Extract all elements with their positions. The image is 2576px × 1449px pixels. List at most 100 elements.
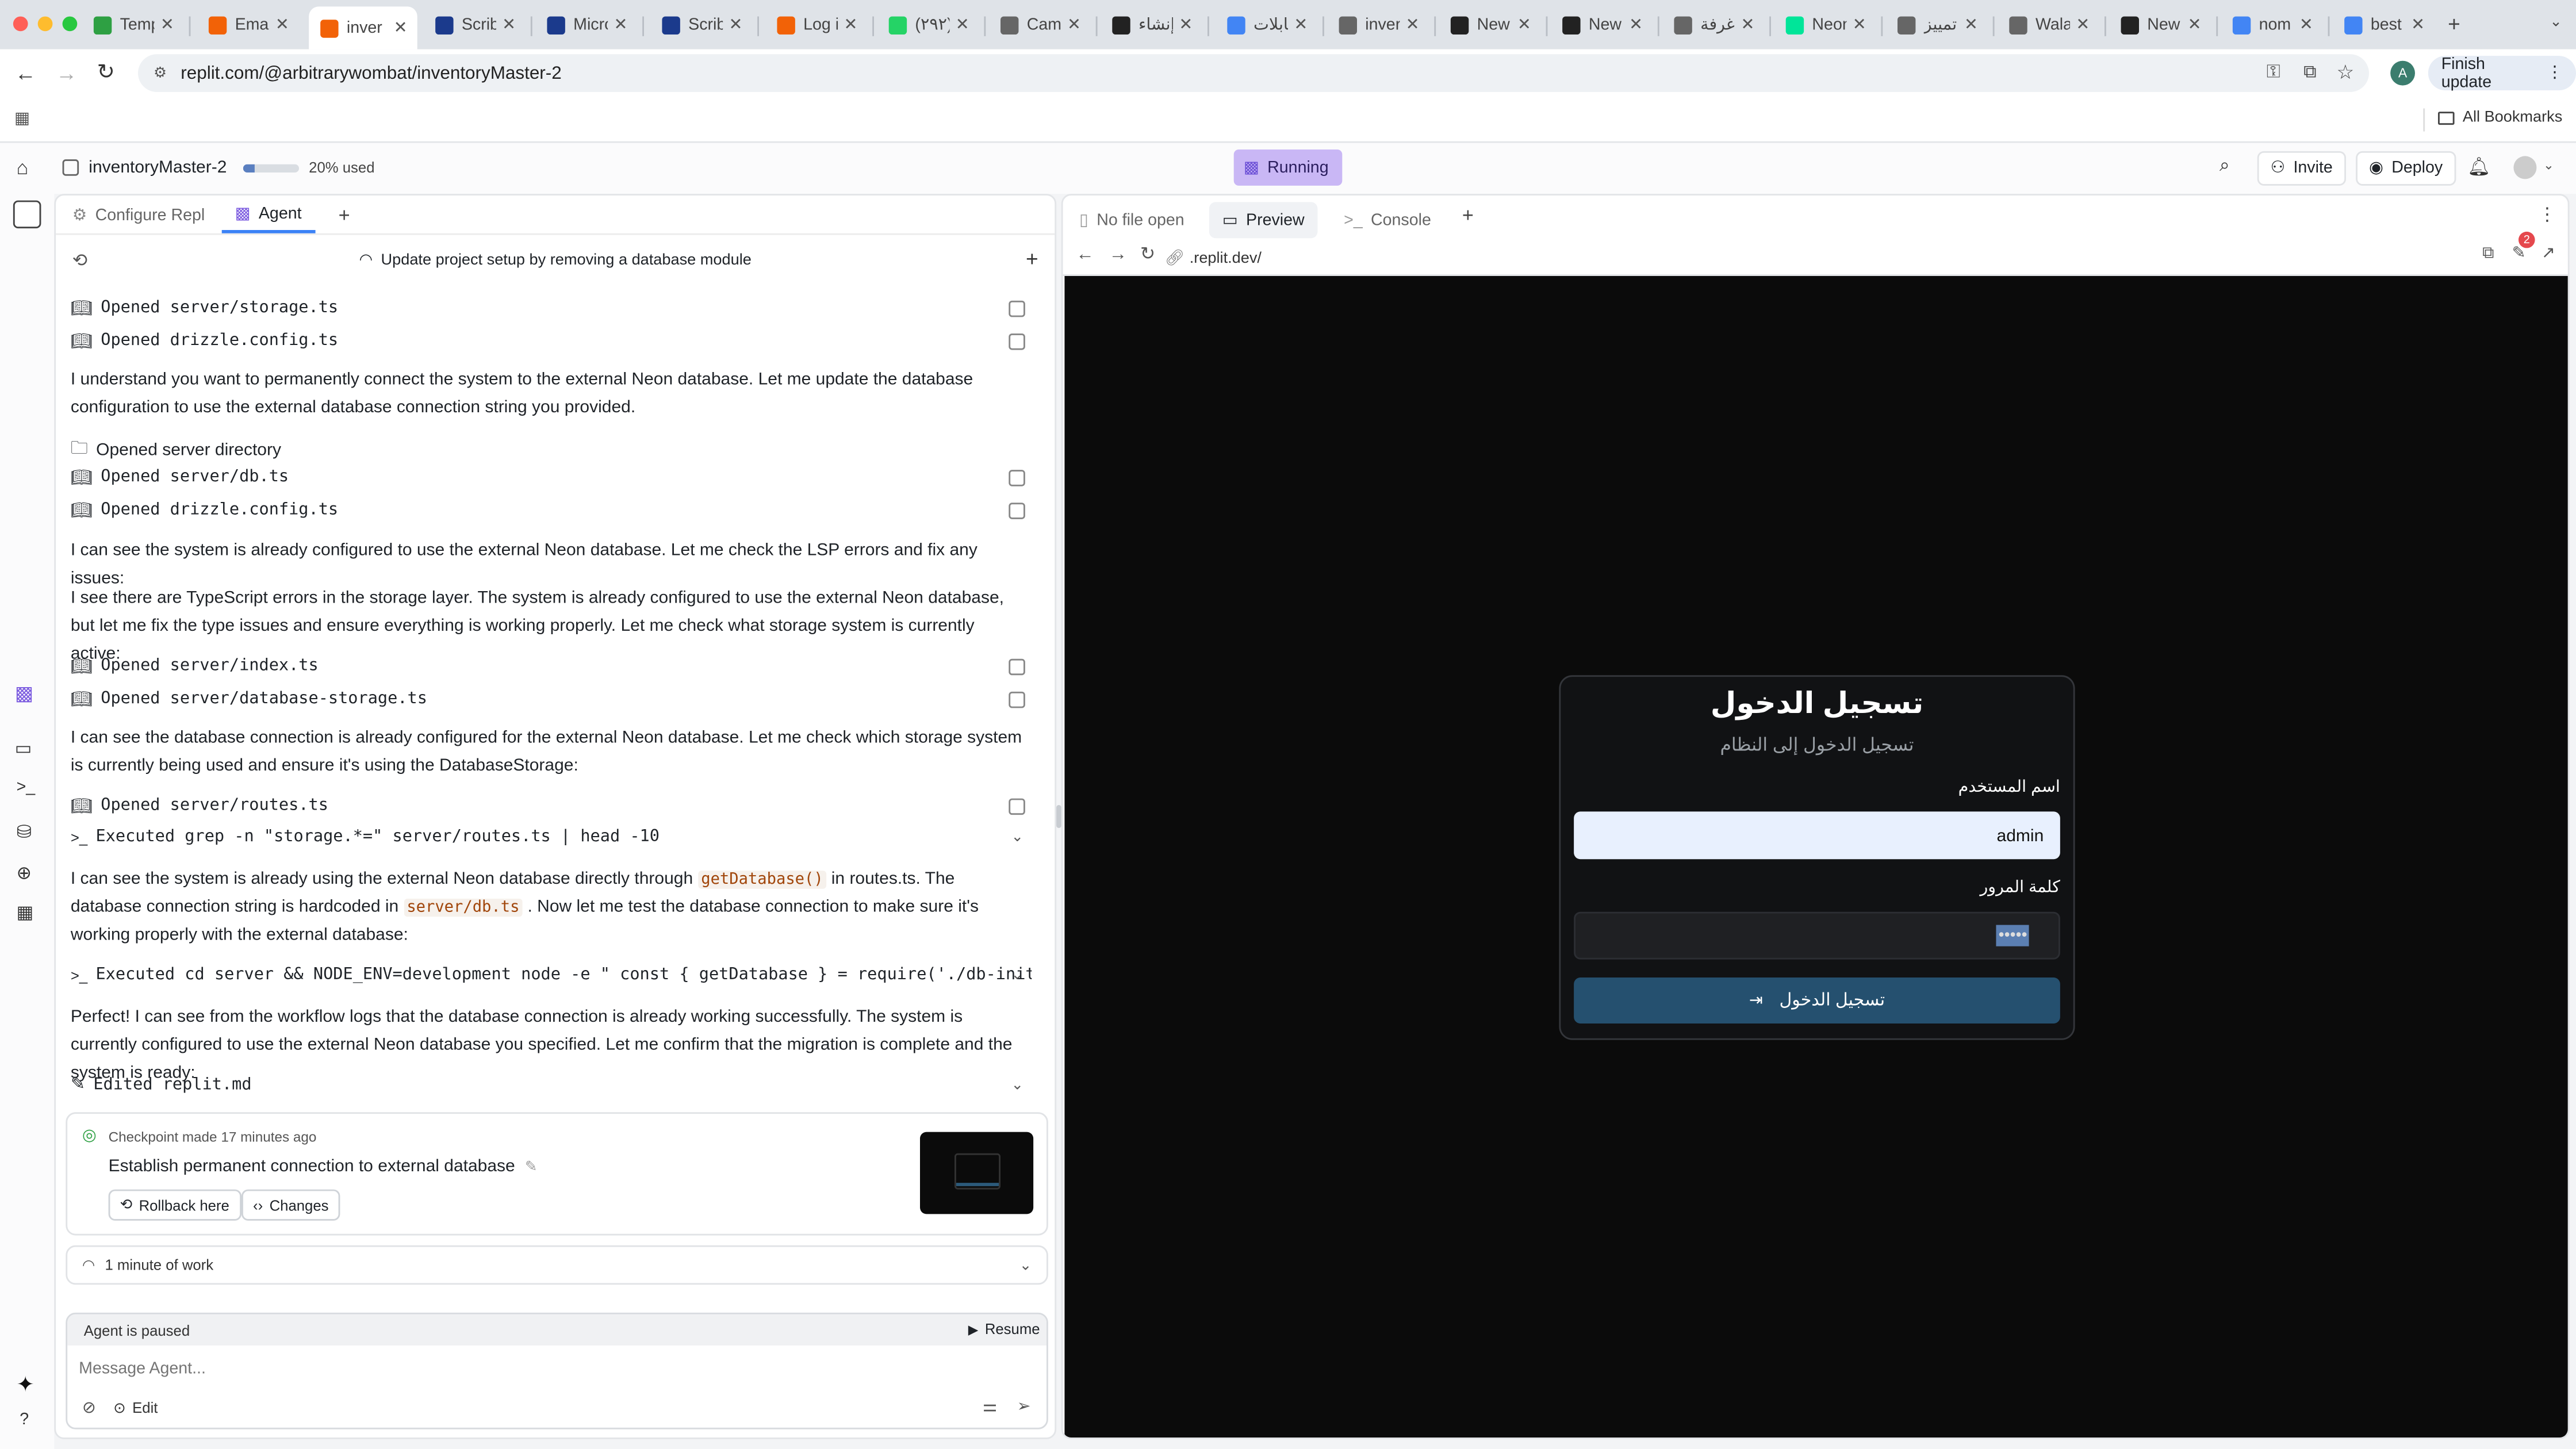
- running-status[interactable]: ▩ Running: [1233, 150, 1343, 186]
- browser-tab[interactable]: Neon ✕: [1774, 6, 1876, 43]
- close-tab-icon[interactable]: ✕: [1294, 16, 1308, 33]
- close-window-button[interactable]: [13, 16, 28, 32]
- browser-tab[interactable]: كابلات ✕: [1216, 6, 1317, 43]
- tab-configure-repl[interactable]: ⚙ Configure Repl: [59, 197, 218, 233]
- close-tab-icon[interactable]: ✕: [2188, 16, 2202, 33]
- open-in-editor-icon[interactable]: [1009, 691, 1025, 707]
- rollback-button[interactable]: ⟲ Rollback here: [108, 1189, 241, 1221]
- pencil-icon[interactable]: ✎: [525, 1158, 538, 1175]
- close-tab-icon[interactable]: ✕: [1964, 16, 1978, 33]
- bell-icon[interactable]: 🔔︎: [2467, 156, 2490, 177]
- resume-button[interactable]: ▶ Resume: [968, 1321, 1040, 1337]
- minimize-window-button[interactable]: [37, 16, 53, 32]
- preview-forward-icon[interactable]: →: [1109, 245, 1127, 264]
- message-input[interactable]: [79, 1354, 1032, 1383]
- send-icon[interactable]: ➢: [1017, 1398, 1031, 1416]
- browser-tab[interactable]: Emai ✕: [197, 6, 299, 43]
- profile-avatar[interactable]: A: [2390, 60, 2415, 86]
- chevron-down-icon[interactable]: ⌄: [1011, 828, 1023, 846]
- agent-rail-icon[interactable]: ▩: [15, 682, 33, 705]
- tab-console[interactable]: >_ Console: [1331, 202, 1444, 238]
- browser-tab[interactable]: Scrib ✕: [650, 6, 752, 43]
- opened-file-row[interactable]: 📖︎ Opened server/database-storage.ts: [71, 688, 1040, 710]
- user-avatar[interactable]: [2513, 156, 2537, 179]
- site-settings-icon[interactable]: ⚙: [151, 64, 169, 82]
- address-bar[interactable]: ⚙ replit.com/@arbitrarywombat/inventoryM…: [138, 54, 2369, 92]
- finish-update-button[interactable]: Finish update ⋮: [2428, 55, 2576, 91]
- opened-file-row[interactable]: 📖︎ Opened drizzle.config.ts: [71, 500, 1040, 521]
- home-icon[interactable]: ⌂: [17, 156, 29, 179]
- close-tab-icon[interactable]: ✕: [1741, 16, 1754, 33]
- tab-search-chevron-icon[interactable]: ⌄: [2550, 13, 2562, 31]
- avatar-chevron-icon[interactable]: ⌄: [2543, 158, 2554, 172]
- deploy-button[interactable]: ◉ Deploy: [2356, 151, 2456, 186]
- file-tree-toggle-icon[interactable]: [13, 200, 41, 229]
- devices-icon[interactable]: ⧉: [2482, 245, 2494, 263]
- opened-file-row[interactable]: 📖︎ Opened server/db.ts: [71, 466, 1040, 488]
- close-tab-icon[interactable]: ✕: [614, 16, 627, 33]
- open-in-editor-icon[interactable]: [1009, 658, 1025, 674]
- changes-button[interactable]: ‹› Changes: [241, 1189, 340, 1221]
- preview-back-icon[interactable]: ←: [1076, 245, 1094, 264]
- open-in-editor-icon[interactable]: [1009, 469, 1025, 486]
- project-name[interactable]: inventoryMaster-2: [89, 158, 227, 177]
- open-in-editor-icon[interactable]: [1009, 501, 1025, 519]
- zoom-window-button[interactable]: [62, 16, 78, 32]
- opened-file-row[interactable]: 📖︎ Opened server/storage.ts: [71, 297, 1040, 319]
- executed-command-row[interactable]: >_ Executed cd server && NODE_ENV=develop…: [71, 966, 1040, 984]
- close-tab-icon[interactable]: ✕: [844, 16, 857, 33]
- close-tab-icon[interactable]: ✕: [1853, 16, 1866, 33]
- bookmark-star-icon[interactable]: ☆: [2337, 61, 2355, 84]
- open-in-editor-icon[interactable]: [1009, 798, 1025, 814]
- opened-dir-row[interactable]: 🗀︎ Opened server directory: [71, 435, 1040, 465]
- close-tab-icon[interactable]: ✕: [2076, 16, 2090, 33]
- browser-tab[interactable]: Scrib ✕: [424, 6, 526, 43]
- browser-tab[interactable]: nom ✕: [2221, 6, 2323, 43]
- search-icon[interactable]: ⌕: [2220, 156, 2230, 177]
- close-tab-icon[interactable]: ✕: [1629, 16, 1643, 33]
- open-external-icon[interactable]: ↗: [2542, 245, 2555, 263]
- browser-tab[interactable]: (٢٩٢) ✕: [877, 6, 979, 43]
- opened-file-row[interactable]: 📖︎ Opened server/routes.ts: [71, 795, 1040, 816]
- apps-grid-icon[interactable]: ▦: [13, 110, 31, 128]
- close-tab-icon[interactable]: ✕: [394, 19, 408, 37]
- password-key-icon[interactable]: ⚿: [2267, 63, 2280, 84]
- work-summary[interactable]: ◠ 1 minute of work ⌄: [66, 1245, 1048, 1285]
- browser-tab[interactable]: Micro ✕: [535, 6, 637, 43]
- close-tab-icon[interactable]: ✕: [1517, 16, 1531, 33]
- browser-tab[interactable]: inver ✕: [1328, 6, 1429, 43]
- tab-no-file[interactable]: ▯ No file open: [1066, 202, 1197, 238]
- browser-tab[interactable]: New ✕: [1551, 6, 1653, 43]
- browser-tab[interactable]: Wala ✕: [1998, 6, 2099, 43]
- invite-button[interactable]: ⚇ Invite: [2257, 151, 2346, 186]
- browser-tab[interactable]: Cam ✕: [989, 6, 1091, 43]
- deploy-rail-icon[interactable]: ⊕: [17, 862, 32, 884]
- close-tab-icon[interactable]: ✕: [729, 16, 742, 33]
- thread-title[interactable]: ◠ Update project setup by removing a data…: [56, 251, 1055, 269]
- pane-resize-handle[interactable]: [1056, 805, 1061, 828]
- chevron-down-icon[interactable]: ⌄: [1011, 966, 1023, 984]
- settings-sliders-icon[interactable]: ⚌: [983, 1398, 998, 1416]
- browser-tab[interactable]: إنشاء ✕: [1101, 6, 1202, 43]
- browser-tab[interactable]: غرفة ✕: [1662, 6, 1764, 43]
- forward-arrow-icon[interactable]: →: [56, 61, 77, 86]
- login-submit-button[interactable]: تسجيل الدخول ⇥: [1574, 977, 2060, 1023]
- browser-tab[interactable]: Temp ✕: [82, 6, 184, 43]
- close-tab-icon[interactable]: ✕: [1406, 16, 1420, 33]
- close-tab-icon[interactable]: ✕: [502, 16, 516, 33]
- browser-tab[interactable]: best ✕: [2333, 6, 2435, 43]
- database-rail-icon[interactable]: ⛁: [17, 822, 32, 842]
- close-tab-icon[interactable]: ✕: [956, 16, 969, 33]
- open-in-editor-icon[interactable]: [1009, 300, 1025, 316]
- add-tab-icon[interactable]: +: [339, 204, 350, 227]
- close-tab-icon[interactable]: ✕: [2299, 16, 2313, 33]
- more-vert-icon[interactable]: ⋮: [2538, 204, 2556, 225]
- close-tab-icon[interactable]: ✕: [2411, 16, 2425, 33]
- all-bookmarks[interactable]: All Bookmarks: [2438, 109, 2562, 126]
- install-app-icon[interactable]: ⧉: [2303, 63, 2316, 84]
- opened-file-row[interactable]: 📖︎ Opened server/index.ts: [71, 656, 1040, 677]
- close-tab-icon[interactable]: ✕: [1067, 16, 1081, 33]
- browser-tab[interactable]: تمييز ✕: [1886, 6, 1988, 43]
- add-tab-icon[interactable]: +: [1462, 204, 1474, 227]
- password-field[interactable]: •••••: [1574, 911, 2060, 960]
